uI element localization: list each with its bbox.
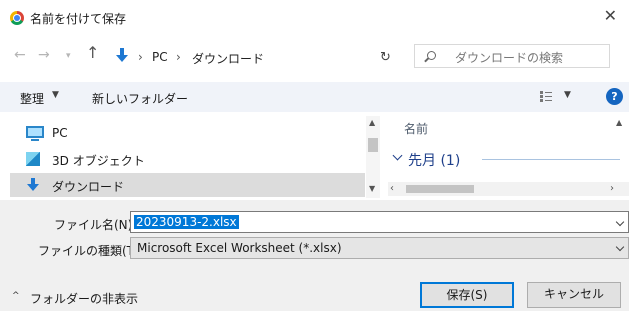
title-bar: 名前を付けて保存 ✕ xyxy=(0,0,629,36)
sidebar-item-label: ダウンロード xyxy=(52,180,125,194)
cube-icon xyxy=(26,152,40,166)
scroll-thumb[interactable] xyxy=(406,185,474,193)
forward-button[interactable]: → xyxy=(38,48,50,62)
window-title: 名前を付けて保存 xyxy=(30,12,127,26)
group-label: 先月 (1) xyxy=(408,153,461,169)
chevron-down-icon[interactable]: ▼ xyxy=(52,90,59,100)
recent-locations-dropdown[interactable]: ▾ xyxy=(66,49,71,63)
chrome-icon xyxy=(10,11,24,25)
scroll-right-icon[interactable]: › xyxy=(610,183,614,194)
cancel-button[interactable]: キャンセル xyxy=(527,282,621,308)
download-folder-icon xyxy=(116,48,128,62)
divider xyxy=(482,159,620,160)
scroll-down-icon[interactable]: ▼ xyxy=(369,184,375,193)
search-input[interactable]: ダウンロードの検索 xyxy=(414,44,610,68)
search-icon xyxy=(427,51,436,60)
navigation-pane: PC 3D オブジェクト ダウンロード ▲ ▼ xyxy=(10,116,380,198)
breadcrumb-downloads[interactable]: ダウンロード xyxy=(192,50,264,67)
up-folder-button[interactable]: ↑ xyxy=(86,45,99,61)
filename-label: ファイル名(N): xyxy=(54,218,137,232)
view-options-icon[interactable] xyxy=(540,91,552,102)
back-button[interactable]: ← xyxy=(14,48,26,62)
hide-folders-label: フォルダーの非表示 xyxy=(30,292,139,306)
search-placeholder: ダウンロードの検索 xyxy=(455,51,564,65)
chevron-down-icon[interactable] xyxy=(615,217,625,227)
horizontal-scrollbar[interactable]: ‹ › xyxy=(388,182,629,196)
filetype-label: ファイルの種類(T): xyxy=(38,244,143,258)
chevron-up-icon: ^ xyxy=(12,291,20,301)
filetype-value: Microsoft Excel Worksheet (*.xlsx) xyxy=(137,241,342,255)
filename-field[interactable]: 20230913-2.xlsx xyxy=(130,211,629,233)
help-icon[interactable]: ? xyxy=(606,88,623,105)
command-bar: 整理 ▼ 新しいフォルダー ▼ ? xyxy=(0,82,629,112)
save-button[interactable]: 保存(S) xyxy=(420,282,514,308)
scroll-thumb[interactable] xyxy=(368,138,378,152)
address-bar[interactable]: › PC › ダウンロード xyxy=(110,44,463,68)
sidebar-item-label: 3D オブジェクト xyxy=(52,154,145,168)
filetype-select[interactable]: Microsoft Excel Worksheet (*.xlsx) xyxy=(130,237,629,259)
save-form: ファイル名(N): 20230913-2.xlsx ファイルの種類(T): Mi… xyxy=(0,200,629,311)
filename-value[interactable]: 20230913-2.xlsx xyxy=(134,215,239,229)
organize-button[interactable]: 整理 xyxy=(20,90,44,107)
sidebar-scrollbar[interactable]: ▲ ▼ xyxy=(366,116,380,198)
download-icon xyxy=(27,178,39,191)
column-header-name[interactable]: 名前 xyxy=(404,120,428,137)
breadcrumb-pc[interactable]: PC xyxy=(152,50,168,64)
scroll-up-icon[interactable]: ▲ xyxy=(616,118,622,127)
scroll-up-icon[interactable]: ▲ xyxy=(369,118,375,127)
breadcrumb-separator[interactable]: › xyxy=(176,50,181,64)
chevron-down-icon[interactable] xyxy=(615,242,625,252)
breadcrumb-separator: › xyxy=(138,50,143,64)
refresh-icon[interactable]: ↻ xyxy=(380,50,391,65)
close-icon[interactable]: ✕ xyxy=(604,8,617,24)
new-folder-button[interactable]: 新しいフォルダー xyxy=(92,90,188,107)
computer-icon xyxy=(26,126,44,141)
sidebar-item-downloads[interactable]: ダウンロード xyxy=(10,173,365,197)
sidebar-item-label: PC xyxy=(52,126,68,140)
sidebar-item-3d-objects[interactable]: 3D オブジェクト xyxy=(10,147,365,171)
file-list-pane: 名前 ▲ 先月 (1) ‹ › xyxy=(388,116,629,198)
sidebar-item-pc[interactable]: PC xyxy=(10,121,365,145)
group-header-last-month[interactable]: 先月 (1) xyxy=(392,150,624,170)
chevron-down-icon[interactable]: ▼ xyxy=(564,90,571,100)
chevron-down-icon[interactable] xyxy=(392,150,403,161)
scroll-left-icon[interactable]: ‹ xyxy=(390,183,394,194)
navigation-bar: ← → ▾ ↑ › PC › ダウンロード ↻ ダウンロードの検索 xyxy=(0,40,629,72)
